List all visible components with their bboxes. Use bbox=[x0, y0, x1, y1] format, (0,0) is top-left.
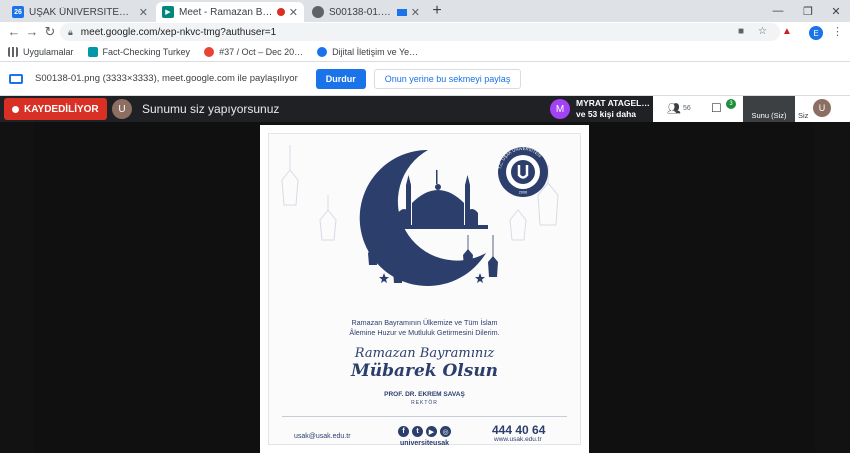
tab-calendar[interactable]: 26 UŞAK ÜNİVERSİTESİ - Takvim - Sa… ✕ bbox=[6, 2, 154, 22]
recording-dot-icon bbox=[276, 8, 285, 16]
meet-controls: 👥︎ 56 ☐ 3 Sunu (Siz) Siz U bbox=[653, 96, 850, 122]
close-window-button[interactable]: ✕ bbox=[818, 0, 850, 22]
tab-title: UŞAK ÜNİVERSİTESİ - Takvim - Sa… bbox=[29, 6, 135, 18]
back-button[interactable]: ← bbox=[6, 24, 22, 40]
camera-icon[interactable]: ■ bbox=[738, 26, 744, 37]
presentation-tile[interactable]: Sunu (Siz) bbox=[743, 96, 795, 122]
people-icon: 👥︎ bbox=[667, 103, 681, 115]
mosque-silhouette bbox=[390, 170, 488, 229]
bookmark-label: Dijital İletişim ve Ye… bbox=[332, 46, 419, 57]
footer-website: www.usak.edu.tr bbox=[494, 436, 542, 443]
sharing-message: S00138-01.png (3333×3333), meet.google.c… bbox=[35, 73, 298, 84]
pdf-extension-icon[interactable]: ▲ bbox=[782, 26, 792, 37]
people-count: 56 bbox=[682, 105, 691, 112]
message-line-2: Âlemine Huzur ve Mutluluk Getirmesini Di… bbox=[349, 328, 500, 337]
bookmark-dijital[interactable]: Dijital İletişim ve Ye… bbox=[317, 46, 419, 57]
apps-grid-icon bbox=[8, 46, 18, 57]
screen-share-icon bbox=[396, 8, 407, 16]
presenting-text: Sunumu siz yapıyorsunuz bbox=[142, 102, 280, 116]
lantern-outline bbox=[281, 169, 299, 206]
bookmark-label: Fact-Checking Turkey bbox=[102, 46, 191, 57]
people-button[interactable]: 👥︎ 56 bbox=[667, 102, 691, 115]
recording-label: KAYDEDİLİYOR bbox=[24, 103, 99, 115]
browser-toolbar: ← → ↻ 🔒︎ meet.google.com/xep-nkvc-tmg?au… bbox=[0, 22, 850, 42]
close-icon[interactable]: ✕ bbox=[139, 6, 148, 19]
bookmark-label: Uygulamalar bbox=[23, 46, 74, 57]
participant-summary[interactable]: M MYRAT ATAGEL… ve 53 kişi daha bbox=[550, 98, 650, 120]
message-line-1: Ramazan Bayramının Ülkemize ve Tüm İslam bbox=[351, 318, 498, 327]
new-tab-button[interactable]: + bbox=[428, 2, 446, 20]
chat-icon: ☐ bbox=[711, 101, 722, 115]
recording-badge[interactable]: KAYDEDİLİYOR bbox=[4, 98, 107, 120]
instagram-icon: ◎ bbox=[440, 426, 451, 437]
participant-avatar: M bbox=[550, 99, 570, 119]
youtube-icon: ▶ bbox=[426, 426, 437, 437]
screen-share-icon bbox=[9, 73, 23, 84]
meet-icon: ▶ bbox=[162, 6, 174, 18]
lock-icon: 🔒︎ bbox=[68, 26, 73, 37]
bookmark-apps[interactable]: Uygulamalar bbox=[8, 46, 74, 57]
bookmark-icon bbox=[87, 46, 98, 57]
footer-phone: 444 40 64 bbox=[492, 423, 546, 437]
participant-name: MYRAT ATAGEL… bbox=[576, 98, 650, 108]
close-icon[interactable]: ✕ bbox=[289, 6, 298, 19]
url-text: meet.google.com/xep-nkvc-tmg?authuser=1 bbox=[80, 26, 277, 38]
tab-title: Meet - Ramazan Bayramı Ba… bbox=[179, 6, 274, 18]
tab-strip: 26 UŞAK ÜNİVERSİTESİ - Takvim - Sa… ✕ ▶ … bbox=[0, 0, 850, 22]
presentation-label: Sunu (Siz) bbox=[751, 111, 787, 120]
stop-sharing-button[interactable]: Durdur bbox=[315, 68, 366, 89]
self-tile-avatar[interactable]: U bbox=[813, 99, 831, 117]
bookmark-37[interactable]: #37 / Oct – Dec 20… bbox=[204, 46, 304, 57]
tab-meet[interactable]: ▶ Meet - Ramazan Bayramı Ba… ✕ bbox=[156, 2, 304, 22]
tab-title: S00138-01.png (3333×3333) bbox=[329, 6, 394, 18]
chrome-icon bbox=[204, 46, 215, 57]
forward-button[interactable]: → bbox=[24, 24, 40, 40]
chat-button[interactable]: ☐ bbox=[711, 101, 722, 115]
script-greeting-line-2: Mübarek Olsun bbox=[350, 361, 499, 381]
university-seal bbox=[498, 147, 548, 197]
signer-name: PROF. DR. EKREM SAVAŞ bbox=[384, 391, 465, 398]
star-icon[interactable]: ☆ bbox=[758, 26, 767, 37]
share-this-tab-button[interactable]: Onun yerine bu sekmeyi paylaş bbox=[373, 68, 522, 89]
address-bar[interactable]: 🔒︎ meet.google.com/xep-nkvc-tmg?authuser… bbox=[60, 23, 780, 41]
self-label: Siz bbox=[798, 111, 809, 120]
sharing-infobar: S00138-01.png (3333×3333), meet.google.c… bbox=[0, 62, 850, 96]
chat-badge: 3 bbox=[726, 99, 736, 109]
stage-left-panel bbox=[34, 122, 260, 453]
bookmarks-bar: Uygulamalar Fact-Checking Turkey #37 / O… bbox=[0, 42, 850, 62]
reload-button[interactable]: ↻ bbox=[42, 24, 58, 40]
footer-email: usak@usak.edu.tr bbox=[294, 433, 351, 440]
calendar-icon: 26 bbox=[12, 6, 24, 18]
bookmark-fact-checking[interactable]: Fact-Checking Turkey bbox=[87, 46, 191, 57]
globe-icon bbox=[312, 6, 324, 18]
twitter-icon: t bbox=[412, 426, 423, 437]
participant-more: ve 53 kişi daha bbox=[576, 109, 637, 119]
avatar: U bbox=[112, 99, 132, 119]
menu-icon[interactable]: ⋮ bbox=[832, 25, 843, 38]
shared-image: T.C. UŞAK ÜNİVERSİTESİ 2006 Ramazan Bayr… bbox=[260, 125, 589, 453]
record-dot-icon bbox=[12, 105, 19, 113]
footer-divider bbox=[282, 416, 567, 417]
facebook-icon: f bbox=[398, 426, 409, 437]
script-greeting-line-1: Ramazan Bayramınız bbox=[354, 346, 495, 361]
close-icon[interactable]: ✕ bbox=[411, 6, 420, 19]
tab-image[interactable]: S00138-01.png (3333×3333) ✕ bbox=[306, 2, 426, 22]
signer-title: REKTÖR bbox=[411, 400, 438, 406]
stage-right-panel bbox=[589, 122, 815, 453]
bookmark-label: #37 / Oct – Dec 20… bbox=[219, 46, 304, 57]
help-icon bbox=[317, 46, 328, 57]
profile-avatar[interactable]: E bbox=[809, 26, 823, 40]
